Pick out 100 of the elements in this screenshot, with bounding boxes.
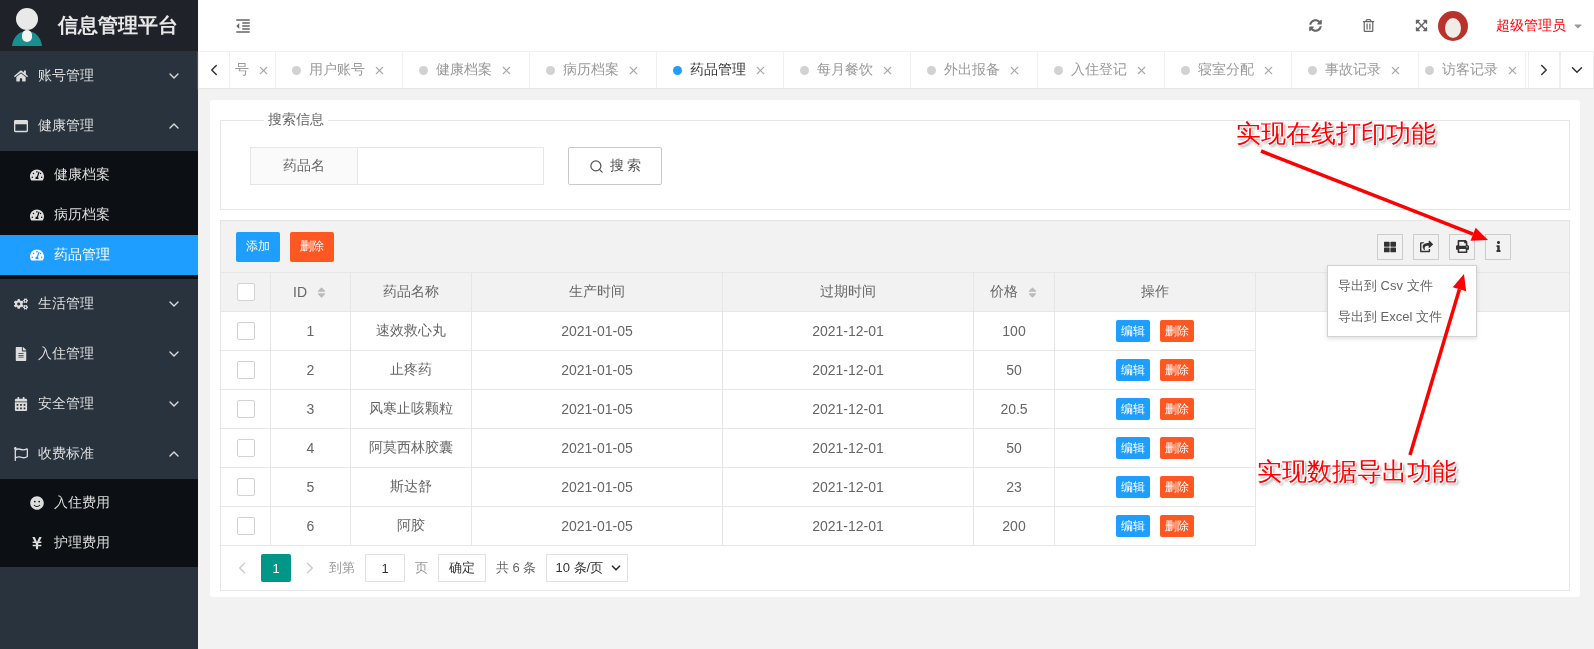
checkbox[interactable] <box>236 283 255 301</box>
tab[interactable]: 访客记录 <box>1419 52 1526 88</box>
tab[interactable]: 每月餐饮 <box>784 52 911 88</box>
row-action-button[interactable]: 编辑 <box>1116 359 1150 381</box>
yen-icon <box>30 536 44 550</box>
menu-group[interactable]: 账号管理 <box>0 51 198 101</box>
search-button[interactable]: 搜 索 <box>568 147 662 185</box>
home-icon <box>14 69 28 83</box>
dot-icon <box>1308 65 1317 75</box>
checkbox[interactable] <box>236 322 255 340</box>
column-header: 药品名称 <box>351 273 472 312</box>
info-icon[interactable] <box>1485 233 1511 260</box>
table-cell: 2021-12-01 <box>812 518 884 534</box>
row-action-button[interactable]: 编辑 <box>1116 476 1150 498</box>
dot-icon <box>419 65 428 75</box>
checkbox[interactable] <box>236 439 255 457</box>
tab[interactable]: 寝室分配 <box>1165 52 1292 88</box>
table-cell: 2021-01-05 <box>561 440 633 456</box>
column-header: 过期时间 <box>723 273 974 312</box>
dot-icon <box>546 65 555 75</box>
total-count: 共 6 条 <box>496 559 537 577</box>
avatar[interactable] <box>1438 10 1468 41</box>
table-cell: 20.5 <box>1000 401 1028 417</box>
menu-item[interactable]: 入住费用 <box>0 483 198 523</box>
table-cell: 阿莫西林胶囊 <box>369 439 453 457</box>
table-cell: 2021-01-05 <box>561 479 633 495</box>
table-cell: 风寒止咳颗粒 <box>369 400 453 418</box>
menu-group[interactable]: 收费标准 <box>0 429 198 479</box>
menu-group[interactable]: 入住管理 <box>0 329 198 379</box>
menu-item[interactable]: 导出到 Csv 文件 <box>1328 270 1476 301</box>
tab[interactable]: 入住登记 <box>1038 52 1165 88</box>
toolbar-button[interactable]: 添加 <box>236 231 280 262</box>
columns-icon[interactable] <box>1377 233 1403 260</box>
column-header: 生产时间 <box>472 273 723 312</box>
trash-icon[interactable] <box>1362 19 1375 32</box>
table-cell: 2 <box>306 362 315 378</box>
table-cell: 1 <box>306 323 315 339</box>
tab[interactable]: 病历档案 <box>530 52 657 88</box>
table-cell: 50 <box>1006 440 1022 456</box>
toolbar-button[interactable]: 删除 <box>290 231 334 262</box>
column-header: 操作 <box>1055 273 1256 312</box>
menu-group[interactable]: 生活管理 <box>0 279 198 329</box>
scroll-right-button[interactable] <box>1528 52 1560 88</box>
menu-item[interactable]: 药品管理 <box>0 235 198 275</box>
table-cell: 2021-12-01 <box>812 362 884 378</box>
user-name[interactable]: 超级管理员 <box>1496 16 1566 35</box>
menu-group[interactable]: 安全管理 <box>0 379 198 429</box>
table-cell: 2021-12-01 <box>812 323 884 339</box>
menu-item[interactable]: 病历档案 <box>0 195 198 235</box>
flag-icon <box>14 447 28 461</box>
gauge-icon <box>30 248 44 262</box>
table-cell: 斯达舒 <box>390 478 432 496</box>
page-input[interactable]: 1 <box>365 554 405 582</box>
tab[interactable]: 外出报备 <box>911 52 1038 88</box>
confirm-button[interactable]: 确定 <box>438 554 486 582</box>
row-action-button[interactable]: 删除 <box>1160 359 1194 381</box>
row-action-button[interactable]: 编辑 <box>1116 398 1150 420</box>
sort-icon[interactable] <box>315 285 328 299</box>
row-action-button[interactable]: 编辑 <box>1116 515 1150 537</box>
table-cell: 5 <box>306 479 315 495</box>
menu-group[interactable]: 健康管理 <box>0 101 198 151</box>
tab[interactable]: 号 <box>230 52 276 88</box>
row-action-button[interactable]: 删除 <box>1160 437 1194 459</box>
tab[interactable]: 健康档案 <box>403 52 530 88</box>
table-cell: 200 <box>1002 518 1026 534</box>
menu-item[interactable]: 导出到 Excel 文件 <box>1328 301 1476 332</box>
row-action-button[interactable]: 删除 <box>1160 398 1194 420</box>
menu-item[interactable]: 健康档案 <box>0 155 198 195</box>
search-field[interactable]: 药品名 <box>250 147 544 185</box>
menu-item[interactable]: 护理费用 <box>0 523 198 563</box>
scroll-left-button[interactable] <box>198 52 230 88</box>
calendar-icon <box>14 397 28 411</box>
fullscreen-icon[interactable] <box>1415 19 1428 32</box>
print-icon[interactable] <box>1449 233 1475 260</box>
row-action-button[interactable]: 编辑 <box>1116 437 1150 459</box>
export-icon[interactable] <box>1413 233 1439 260</box>
tab[interactable]: 事故记录 <box>1292 52 1419 88</box>
table-cell: 2021-12-01 <box>812 401 884 417</box>
page-button[interactable]: 1 <box>261 554 291 582</box>
tab[interactable]: 药品管理 <box>657 52 784 88</box>
checkbox[interactable] <box>236 361 255 379</box>
gears-icon <box>14 297 28 311</box>
table-cell: 4 <box>306 440 315 456</box>
row-action-button[interactable]: 删除 <box>1160 476 1194 498</box>
document-icon <box>14 347 28 361</box>
refresh-icon[interactable] <box>1309 19 1322 32</box>
dot-icon <box>292 65 301 75</box>
checkbox[interactable] <box>236 478 255 496</box>
row-action-button[interactable]: 删除 <box>1160 320 1194 342</box>
checkbox[interactable] <box>236 517 255 535</box>
table-cell: 2021-01-05 <box>561 323 633 339</box>
page-size-select[interactable]: 10 条/页 <box>546 554 629 582</box>
tab[interactable]: 用户账号 <box>276 52 403 88</box>
tabs-dropdown-button[interactable] <box>1560 52 1594 88</box>
app-title: 信息管理平台 <box>58 13 178 38</box>
table-cell: 阿胶 <box>397 517 425 535</box>
menu-icon[interactable] <box>234 16 252 35</box>
row-action-button[interactable]: 编辑 <box>1116 320 1150 342</box>
row-action-button[interactable]: 删除 <box>1160 515 1194 537</box>
checkbox[interactable] <box>236 400 255 418</box>
